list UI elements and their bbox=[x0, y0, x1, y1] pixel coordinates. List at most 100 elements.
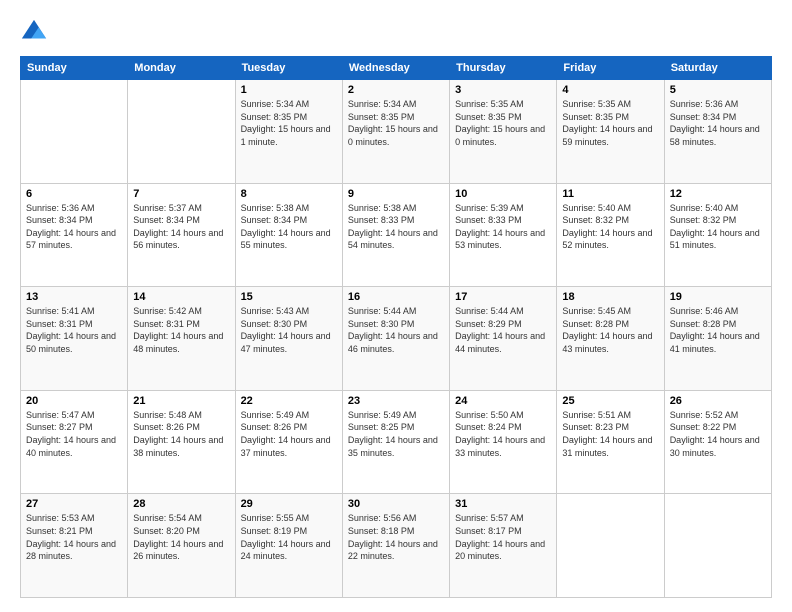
day-number: 21 bbox=[133, 395, 229, 407]
day-info: Sunrise: 5:45 AMSunset: 8:28 PMDaylight:… bbox=[562, 305, 658, 355]
header-day-friday: Friday bbox=[557, 57, 664, 80]
day-number: 16 bbox=[348, 291, 444, 303]
calendar-cell: 2 Sunrise: 5:34 AMSunset: 8:35 PMDaylight… bbox=[342, 80, 449, 184]
calendar-cell bbox=[128, 80, 235, 184]
day-info: Sunrise: 5:57 AMSunset: 8:17 PMDaylight:… bbox=[455, 512, 551, 562]
header bbox=[20, 18, 772, 46]
calendar-week-1: 1 Sunrise: 5:34 AMSunset: 8:35 PMDaylight… bbox=[21, 80, 772, 184]
day-info: Sunrise: 5:52 AMSunset: 8:22 PMDaylight:… bbox=[670, 409, 766, 459]
day-info: Sunrise: 5:34 AMSunset: 8:35 PMDaylight:… bbox=[241, 98, 337, 148]
calendar-cell: 19 Sunrise: 5:46 AMSunset: 8:28 PMDayligh… bbox=[664, 287, 771, 391]
calendar-week-3: 13 Sunrise: 5:41 AMSunset: 8:31 PMDayligh… bbox=[21, 287, 772, 391]
day-number: 9 bbox=[348, 188, 444, 200]
calendar-cell: 4Sunrise: 5:35 AMSunset: 8:35 PMDaylight… bbox=[557, 80, 664, 184]
day-number: 15 bbox=[241, 291, 337, 303]
day-info: Sunrise: 5:50 AMSunset: 8:24 PMDaylight:… bbox=[455, 409, 551, 459]
header-day-tuesday: Tuesday bbox=[235, 57, 342, 80]
calendar-cell: 24Sunrise: 5:50 AMSunset: 8:24 PMDayligh… bbox=[450, 390, 557, 494]
day-info: Sunrise: 5:47 AMSunset: 8:27 PMDaylight:… bbox=[26, 409, 122, 459]
day-number: 20 bbox=[26, 395, 122, 407]
day-number: 7 bbox=[133, 188, 229, 200]
day-info: Sunrise: 5:36 AMSunset: 8:34 PMDaylight:… bbox=[26, 202, 122, 252]
calendar-cell: 13 Sunrise: 5:41 AMSunset: 8:31 PMDayligh… bbox=[21, 287, 128, 391]
day-number: 3 bbox=[455, 84, 551, 96]
day-info: Sunrise: 5:55 AMSunset: 8:19 PMDaylight:… bbox=[241, 512, 337, 562]
day-info: Sunrise: 5:34 AMSunset: 8:35 PMDaylight:… bbox=[348, 98, 444, 148]
calendar-week-4: 20 Sunrise: 5:47 AMSunset: 8:27 PMDayligh… bbox=[21, 390, 772, 494]
day-info: Sunrise: 5:46 AMSunset: 8:28 PMDaylight:… bbox=[670, 305, 766, 355]
day-number: 1 bbox=[241, 84, 337, 96]
day-number: 17 bbox=[455, 291, 551, 303]
day-number: 30 bbox=[348, 498, 444, 510]
calendar-cell: 6 Sunrise: 5:36 AMSunset: 8:34 PMDaylight… bbox=[21, 183, 128, 287]
calendar-cell: 3 Sunrise: 5:35 AMSunset: 8:35 PMDaylight… bbox=[450, 80, 557, 184]
day-number: 29 bbox=[241, 498, 337, 510]
day-info: Sunrise: 5:49 AMSunset: 8:25 PMDaylight:… bbox=[348, 409, 444, 459]
calendar-cell bbox=[664, 494, 771, 598]
calendar-week-2: 6 Sunrise: 5:36 AMSunset: 8:34 PMDaylight… bbox=[21, 183, 772, 287]
header-day-sunday: Sunday bbox=[21, 57, 128, 80]
day-number: 13 bbox=[26, 291, 122, 303]
day-number: 4 bbox=[562, 84, 658, 96]
day-number: 2 bbox=[348, 84, 444, 96]
calendar-cell: 9 Sunrise: 5:38 AMSunset: 8:33 PMDaylight… bbox=[342, 183, 449, 287]
calendar-cell: 10Sunrise: 5:39 AMSunset: 8:33 PMDayligh… bbox=[450, 183, 557, 287]
calendar-cell: 21 Sunrise: 5:48 AMSunset: 8:26 PMDayligh… bbox=[128, 390, 235, 494]
day-number: 6 bbox=[26, 188, 122, 200]
calendar-header-row: SundayMondayTuesdayWednesdayThursdayFrid… bbox=[21, 57, 772, 80]
day-info: Sunrise: 5:53 AMSunset: 8:21 PMDaylight:… bbox=[26, 512, 122, 562]
calendar-cell: 30 Sunrise: 5:56 AMSunset: 8:18 PMDayligh… bbox=[342, 494, 449, 598]
header-day-wednesday: Wednesday bbox=[342, 57, 449, 80]
day-number: 23 bbox=[348, 395, 444, 407]
day-number: 12 bbox=[670, 188, 766, 200]
day-number: 25 bbox=[562, 395, 658, 407]
day-number: 18 bbox=[562, 291, 658, 303]
calendar-cell: 25 Sunrise: 5:51 AMSunset: 8:23 PMDayligh… bbox=[557, 390, 664, 494]
day-info: Sunrise: 5:44 AMSunset: 8:29 PMDaylight:… bbox=[455, 305, 551, 355]
calendar-cell: 12Sunrise: 5:40 AMSunset: 8:32 PMDayligh… bbox=[664, 183, 771, 287]
day-info: Sunrise: 5:36 AMSunset: 8:34 PMDaylight:… bbox=[670, 98, 766, 148]
day-number: 31 bbox=[455, 498, 551, 510]
calendar-cell: 20 Sunrise: 5:47 AMSunset: 8:27 PMDayligh… bbox=[21, 390, 128, 494]
calendar-cell: 22Sunrise: 5:49 AMSunset: 8:26 PMDayligh… bbox=[235, 390, 342, 494]
calendar-cell: 31 Sunrise: 5:57 AMSunset: 8:17 PMDayligh… bbox=[450, 494, 557, 598]
calendar-cell: 26 Sunrise: 5:52 AMSunset: 8:22 PMDayligh… bbox=[664, 390, 771, 494]
calendar-cell: 27 Sunrise: 5:53 AMSunset: 8:21 PMDayligh… bbox=[21, 494, 128, 598]
calendar-cell: 23 Sunrise: 5:49 AMSunset: 8:25 PMDayligh… bbox=[342, 390, 449, 494]
calendar-table: SundayMondayTuesdayWednesdayThursdayFrid… bbox=[20, 56, 772, 598]
day-number: 14 bbox=[133, 291, 229, 303]
day-info: Sunrise: 5:38 AMSunset: 8:33 PMDaylight:… bbox=[348, 202, 444, 252]
day-info: Sunrise: 5:56 AMSunset: 8:18 PMDaylight:… bbox=[348, 512, 444, 562]
day-info: Sunrise: 5:44 AMSunset: 8:30 PMDaylight:… bbox=[348, 305, 444, 355]
day-number: 27 bbox=[26, 498, 122, 510]
calendar-cell: 18 Sunrise: 5:45 AMSunset: 8:28 PMDayligh… bbox=[557, 287, 664, 391]
day-number: 28 bbox=[133, 498, 229, 510]
header-day-monday: Monday bbox=[128, 57, 235, 80]
calendar-cell: 7 Sunrise: 5:37 AMSunset: 8:34 PMDaylight… bbox=[128, 183, 235, 287]
day-number: 26 bbox=[670, 395, 766, 407]
page: SundayMondayTuesdayWednesdayThursdayFrid… bbox=[0, 0, 792, 612]
day-number: 11 bbox=[562, 188, 658, 200]
calendar-cell: 14 Sunrise: 5:42 AMSunset: 8:31 PMDayligh… bbox=[128, 287, 235, 391]
day-info: Sunrise: 5:35 AMSunset: 8:35 PMDaylight:… bbox=[455, 98, 551, 148]
calendar-cell: 15Sunrise: 5:43 AMSunset: 8:30 PMDayligh… bbox=[235, 287, 342, 391]
day-info: Sunrise: 5:51 AMSunset: 8:23 PMDaylight:… bbox=[562, 409, 658, 459]
calendar-cell bbox=[557, 494, 664, 598]
calendar-cell: 11 Sunrise: 5:40 AMSunset: 8:32 PMDayligh… bbox=[557, 183, 664, 287]
day-number: 5 bbox=[670, 84, 766, 96]
day-number: 8 bbox=[241, 188, 337, 200]
calendar-cell: 28 Sunrise: 5:54 AMSunset: 8:20 PMDayligh… bbox=[128, 494, 235, 598]
day-info: Sunrise: 5:42 AMSunset: 8:31 PMDaylight:… bbox=[133, 305, 229, 355]
calendar-cell: 16 Sunrise: 5:44 AMSunset: 8:30 PMDayligh… bbox=[342, 287, 449, 391]
day-info: Sunrise: 5:37 AMSunset: 8:34 PMDaylight:… bbox=[133, 202, 229, 252]
header-day-saturday: Saturday bbox=[664, 57, 771, 80]
day-number: 19 bbox=[670, 291, 766, 303]
calendar-cell: 29 Sunrise: 5:55 AMSunset: 8:19 PMDayligh… bbox=[235, 494, 342, 598]
day-info: Sunrise: 5:39 AMSunset: 8:33 PMDaylight:… bbox=[455, 202, 551, 252]
calendar-week-5: 27 Sunrise: 5:53 AMSunset: 8:21 PMDayligh… bbox=[21, 494, 772, 598]
calendar-cell: 8Sunrise: 5:38 AMSunset: 8:34 PMDaylight… bbox=[235, 183, 342, 287]
day-info: Sunrise: 5:48 AMSunset: 8:26 PMDaylight:… bbox=[133, 409, 229, 459]
day-info: Sunrise: 5:54 AMSunset: 8:20 PMDaylight:… bbox=[133, 512, 229, 562]
day-info: Sunrise: 5:40 AMSunset: 8:32 PMDaylight:… bbox=[562, 202, 658, 252]
day-info: Sunrise: 5:41 AMSunset: 8:31 PMDaylight:… bbox=[26, 305, 122, 355]
